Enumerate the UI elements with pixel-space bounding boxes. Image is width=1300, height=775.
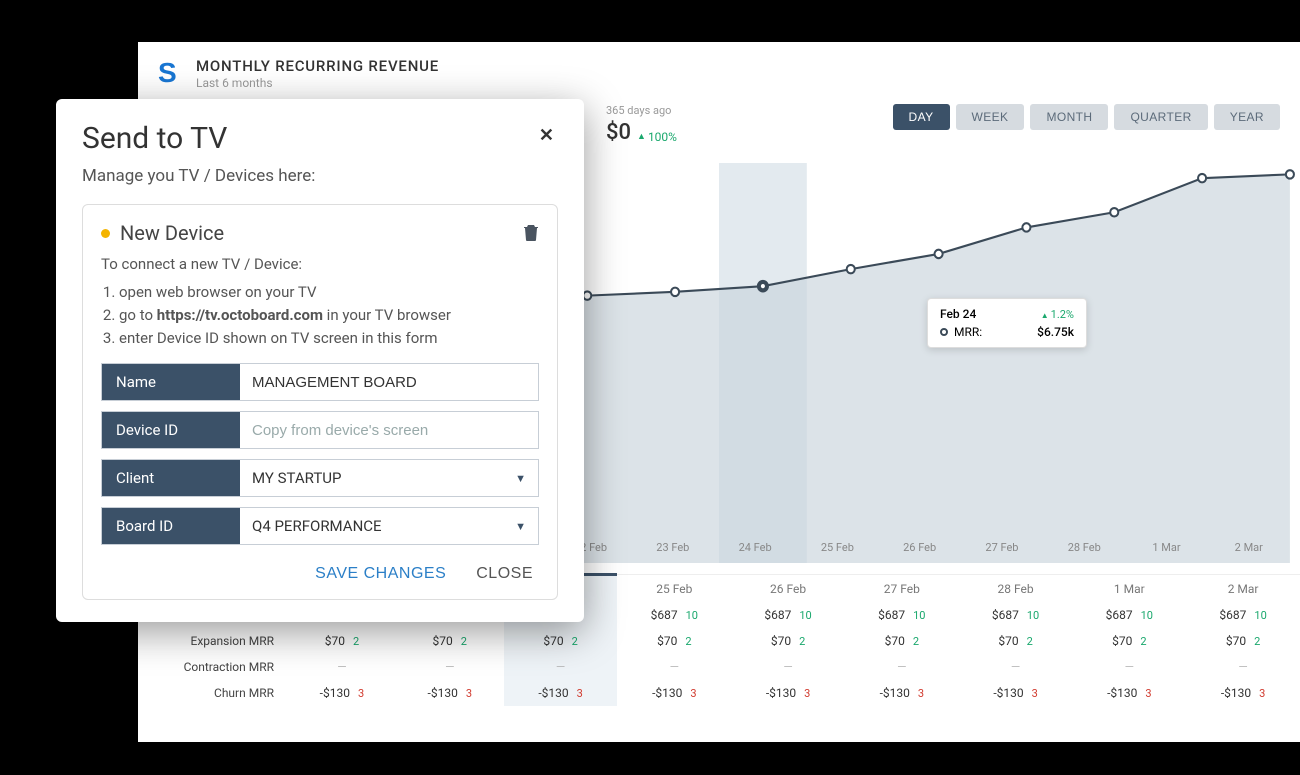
trash-icon (523, 223, 539, 241)
xaxis-tick: 26 Feb (879, 541, 961, 563)
form-row-name: Name (101, 363, 539, 401)
board-value: Q4 PERFORMANCE (252, 517, 382, 535)
range-week[interactable]: WEEK (956, 104, 1025, 130)
name-input[interactable] (240, 364, 538, 400)
row-label: Contraction MRR (138, 654, 288, 680)
table-date-header[interactable]: 27 Feb (845, 575, 959, 603)
xaxis-tick: 27 Feb (961, 541, 1043, 563)
table-date-header[interactable]: 28 Feb (959, 575, 1073, 603)
page-subtitle: Last 6 months (196, 76, 439, 90)
delete-device-button[interactable] (523, 223, 539, 244)
page-header: S MONTHLY RECURRING REVENUE Last 6 month… (138, 42, 1300, 98)
device-name: New Device (120, 221, 224, 245)
device-step: open web browser on your TV (119, 283, 539, 301)
dialog-title: Send to TV (82, 121, 227, 156)
status-dot-icon (101, 229, 110, 238)
xaxis-tick: 25 Feb (796, 541, 878, 563)
table-date-header[interactable]: 2 Mar (1186, 575, 1300, 603)
time-range-picker: DAYWEEKMONTHQUARTER YEAR (893, 104, 1280, 130)
device-step: go to https://tv.octoboard.com in your T… (119, 306, 539, 324)
dialog-close-button[interactable]: ✕ (535, 121, 558, 150)
range-month[interactable]: MONTH (1030, 104, 1108, 130)
xaxis-tick: 24 Feb (714, 541, 796, 563)
board-id-label: Board ID (102, 508, 240, 544)
row-label: Expansion MRR (138, 628, 288, 654)
table-date-header[interactable]: 1 Mar (1072, 575, 1186, 603)
xaxis-tick: 2 Mar (1208, 541, 1290, 563)
form-row-client: Client MY STARTUP ▼ (101, 459, 539, 497)
range-quarter[interactable]: QUARTER (1114, 104, 1207, 130)
page-title: MONTHLY RECURRING REVENUE (196, 57, 439, 75)
device-card: New Device To connect a new TV / Device:… (82, 204, 558, 600)
summary-delta: 100% (637, 130, 677, 144)
chevron-down-icon: ▼ (515, 520, 526, 533)
summary-value: $0 (606, 120, 631, 145)
brand-logo-icon: S (158, 57, 184, 83)
xaxis-tick: 28 Feb (1043, 541, 1125, 563)
table-row: Contraction MRR————————— (138, 654, 1300, 680)
summary-label: 365 days ago (606, 104, 677, 117)
chart-tooltip: Feb 24 1.2% MRR: $6.75k (927, 298, 1087, 348)
tooltip-value: $6.75k (1037, 325, 1074, 339)
device-id-input[interactable] (240, 412, 538, 448)
device-help-text: To connect a new TV / Device: (101, 255, 539, 273)
close-button[interactable]: CLOSE (476, 565, 533, 583)
client-label: Client (102, 460, 240, 496)
range-year[interactable]: YEAR (1214, 104, 1280, 130)
form-row-device-id: Device ID (101, 411, 539, 449)
table-date-header[interactable]: 26 Feb (731, 575, 845, 603)
client-select[interactable]: MY STARTUP ▼ (240, 460, 538, 496)
board-select[interactable]: Q4 PERFORMANCE ▼ (240, 508, 538, 544)
dialog-subtitle: Manage you TV / Devices here: (82, 166, 558, 186)
tooltip-date: Feb 24 (940, 307, 976, 321)
save-changes-button[interactable]: SAVE CHANGES (315, 565, 446, 583)
name-label: Name (102, 364, 240, 400)
range-day[interactable]: DAY (893, 104, 950, 130)
table-date-header[interactable]: 25 Feb (617, 575, 731, 603)
device-steps: open web browser on your TV go to https:/… (119, 283, 539, 347)
device-id-label: Device ID (102, 412, 240, 448)
form-row-board: Board ID Q4 PERFORMANCE ▼ (101, 507, 539, 545)
xaxis-tick: 23 Feb (632, 541, 714, 563)
close-icon: ✕ (539, 125, 554, 145)
device-step: enter Device ID shown on TV screen in th… (119, 329, 539, 347)
client-value: MY STARTUP (252, 469, 341, 487)
row-label: Churn MRR (138, 680, 288, 706)
table-row: Churn MRR-$1303-$1303-$1303-$1303-$1303-… (138, 680, 1300, 706)
tooltip-metric-label: MRR: (954, 325, 982, 339)
tooltip-marker-icon (940, 328, 948, 336)
send-to-tv-dialog: Send to TV ✕ Manage you TV / Devices her… (56, 99, 584, 622)
xaxis-tick: 1 Mar (1125, 541, 1207, 563)
tooltip-delta: 1.2% (1041, 308, 1074, 321)
chevron-down-icon: ▼ (515, 472, 526, 485)
table-row: Expansion MRR$702$702$702$702$702$702$70… (138, 628, 1300, 654)
